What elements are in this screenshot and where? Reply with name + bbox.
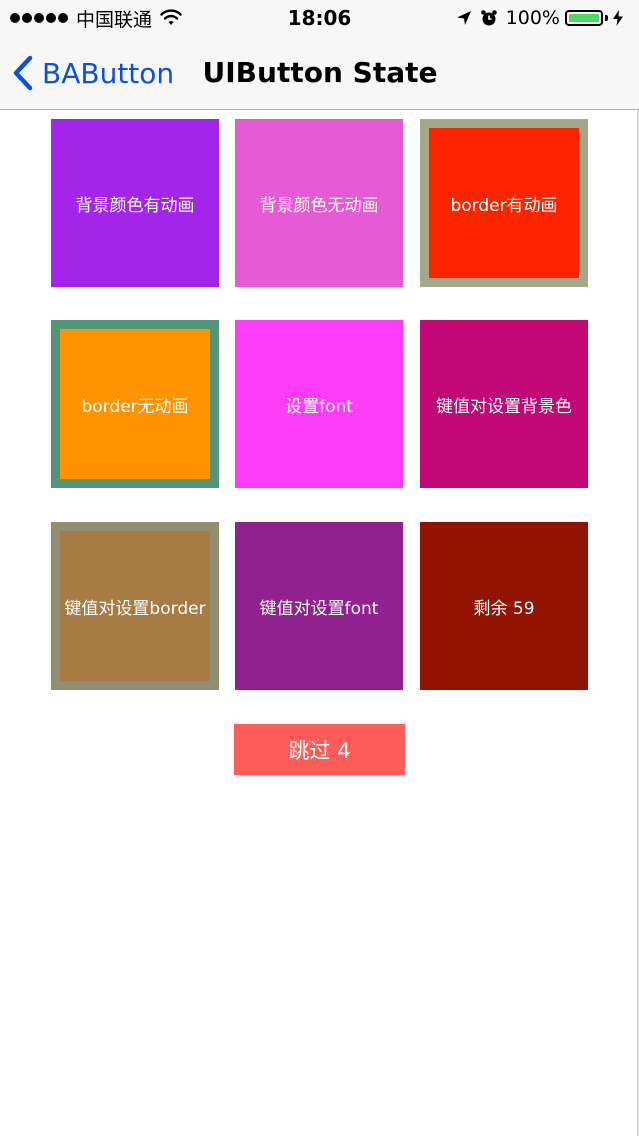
battery-percentage: 100% bbox=[505, 7, 560, 29]
border-animated-button[interactable]: border有动画 bbox=[420, 119, 588, 287]
page-title: UIButton State bbox=[202, 56, 438, 89]
button-label: border有动画 bbox=[450, 195, 558, 216]
background-color-static-button[interactable]: 背景颜色无动画 bbox=[235, 119, 403, 287]
back-button-label: BAButton bbox=[42, 56, 175, 90]
battery-tip bbox=[605, 15, 608, 21]
button-label: 设置font bbox=[285, 396, 353, 417]
keyvalue-background-button[interactable]: 键值对设置背景色 bbox=[420, 320, 588, 488]
status-bar-right: 100% bbox=[456, 5, 631, 31]
charging-bolt-icon bbox=[613, 10, 623, 26]
border-static-button[interactable]: border无动画 bbox=[51, 320, 219, 488]
button-label: border无动画 bbox=[81, 396, 189, 417]
location-arrow-icon bbox=[456, 11, 471, 25]
background-color-animated-button[interactable]: 背景颜色有动画 bbox=[51, 119, 219, 287]
button-label: 剩余 59 bbox=[473, 598, 535, 619]
button-label: 背景颜色有动画 bbox=[75, 195, 195, 216]
skip-button[interactable]: 跳过 4 bbox=[234, 724, 405, 775]
chevron-left-icon bbox=[13, 55, 33, 91]
navigation-bar: BAButton UIButton State bbox=[0, 36, 639, 110]
keyvalue-font-button[interactable]: 键值对设置font bbox=[235, 522, 403, 690]
button-label: 键值对设置border bbox=[64, 598, 206, 619]
button-label: 键值对设置font bbox=[259, 598, 379, 619]
status-bar: 中国联通 18:06 100% bbox=[0, 0, 639, 36]
keyvalue-border-button[interactable]: 键值对设置border bbox=[51, 522, 219, 690]
button-label: 背景颜色无动画 bbox=[259, 195, 379, 216]
battery-icon bbox=[565, 10, 603, 26]
back-button[interactable]: BAButton bbox=[12, 54, 174, 92]
set-font-button[interactable]: 设置font bbox=[235, 320, 403, 488]
remaining-countdown-button[interactable]: 剩余 59 bbox=[420, 522, 588, 690]
alarm-clock-icon bbox=[480, 10, 497, 26]
button-label: 键值对设置背景色 bbox=[436, 396, 572, 417]
skip-button-label: 跳过 4 bbox=[288, 738, 351, 763]
